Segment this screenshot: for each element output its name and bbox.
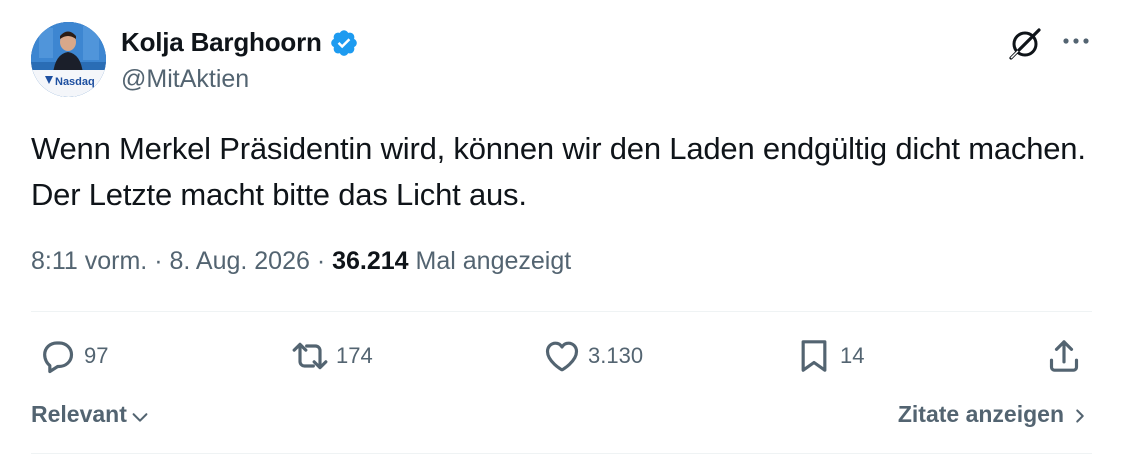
reply-button[interactable]: 97: [38, 336, 108, 376]
tweet-date[interactable]: 8. Aug. 2026: [169, 247, 309, 275]
reply-count: 97: [84, 343, 109, 368]
bookmark-icon: [801, 340, 827, 372]
chevron-down-icon: [132, 412, 148, 422]
share-icon: [1049, 340, 1079, 372]
divider: [31, 311, 1092, 312]
quotes-label: Zitate anzeigen: [897, 401, 1064, 427]
sort-replies-dropdown[interactable]: Relevant: [31, 401, 151, 428]
reply-icon: [43, 341, 74, 374]
avatar[interactable]: Nasdaq: [31, 22, 106, 97]
tweet-text: Wenn Merkel Präsidentin wird, können wir…: [31, 131, 1086, 212]
views-count: 36.214: [332, 247, 409, 275]
author-name-row[interactable]: Kolja Barghoorn: [121, 27, 359, 58]
chevron-right-icon: [1076, 409, 1084, 423]
like-icon: [545, 341, 579, 372]
retweet-button[interactable]: 174: [290, 336, 373, 376]
avatar-image: Nasdaq: [31, 22, 106, 97]
verified-badge-icon[interactable]: [329, 28, 359, 58]
more-options-icon[interactable]: [1058, 27, 1094, 55]
divider: [31, 453, 1092, 454]
like-button[interactable]: 3.130: [542, 336, 643, 376]
grok-icon[interactable]: [1005, 24, 1045, 64]
meta-separator: ·: [154, 247, 163, 275]
bookmark-button[interactable]: 14: [794, 336, 864, 376]
tweet-time[interactable]: 8:11 vorm.: [31, 247, 147, 275]
retweet-icon: [292, 342, 328, 370]
like-count: 3.130: [588, 343, 644, 368]
bookmark-count: 14: [840, 343, 865, 368]
tweet-meta: 8:11 vorm. · 8. Aug. 2026 · 36.214 Mal a…: [31, 247, 571, 276]
author-handle[interactable]: @MitAktien: [121, 65, 249, 94]
views-label: Mal angezeigt: [415, 247, 572, 275]
retweet-count: 174: [336, 343, 373, 368]
share-button[interactable]: [1044, 336, 1084, 376]
sort-label: Relevant: [31, 401, 127, 427]
meta-separator: ·: [316, 247, 326, 275]
avatar-banner-text: Nasdaq: [55, 76, 95, 88]
author-display-name[interactable]: Kolja Barghoorn: [121, 27, 322, 58]
view-quotes-link[interactable]: Zitate anzeigen: [898, 401, 1090, 428]
